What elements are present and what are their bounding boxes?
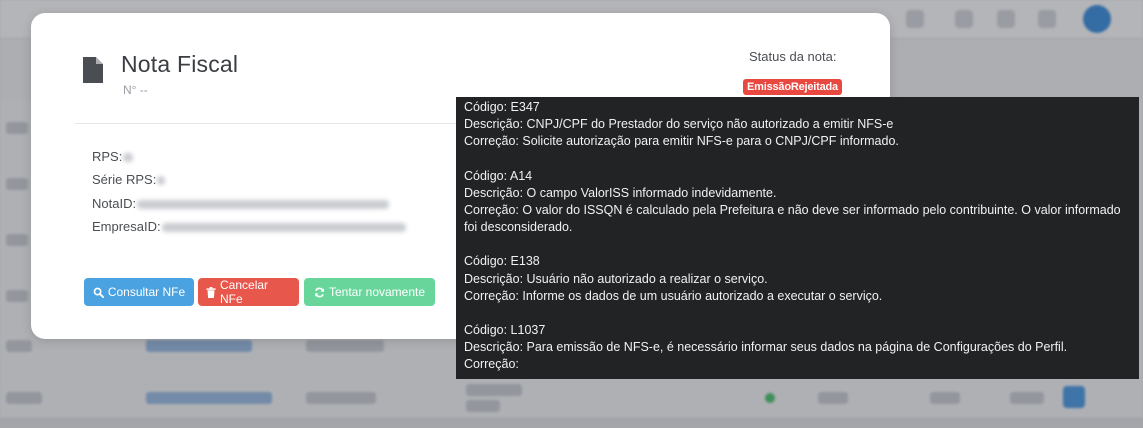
serie-rps-label: Série RPS: [92,172,157,187]
cancelar-nfe-label: Cancelar NFe [220,278,269,306]
redacted-value [137,200,390,210]
rps-field: RPS: [92,149,134,164]
consultar-nfe-label: Consultar NFe [107,285,186,299]
empresa-id-label: EmpresaID: [92,219,161,234]
error-code: Código: E138 [464,254,540,269]
error-item: Código: A14 Descrição: O campo ValorISS … [464,168,1131,237]
error-code: Código: E347 [464,100,540,114]
refresh-icon [315,287,324,297]
tentar-novamente-button[interactable]: Tentar novamente [304,278,435,306]
nota-id-label: NotaID: [92,196,137,211]
status-badge[interactable]: EmissãoRejeitada [743,79,842,95]
serie-rps-field: Série RPS: [92,172,166,187]
error-correction: Correção: [464,357,519,372]
error-tooltip: Código: E347 Descrição: CNPJ/CPF do Pres… [456,97,1139,379]
error-correction: Correção: O valor do ISSQN é calculado p… [464,203,1121,235]
error-item: Código: E347 Descrição: CNPJ/CPF do Pres… [464,99,1131,151]
redacted-value [123,153,134,163]
nota-number: N° -- [123,83,148,97]
redacted-value [161,223,406,233]
tentar-novamente-label: Tentar novamente [328,285,426,299]
error-correction: Correção: Informe os dados de um usuário… [464,288,883,303]
trash-icon [206,286,216,298]
modal-title: Nota Fiscal [121,51,239,77]
consultar-nfe-button[interactable]: Consultar NFe [84,278,194,306]
error-item: Código: L1037 Descrição: Para emissão de… [464,322,1131,374]
error-correction: Correção: Solicite autorização para emit… [464,134,899,149]
status-label: Status da nota: [749,49,837,64]
error-description: Descrição: CNPJ/CPF do Prestador do serv… [464,117,894,132]
redacted-value [157,176,166,186]
file-icon [83,57,103,83]
error-code: Código: L1037 [464,323,546,338]
search-icon [93,287,104,298]
error-description: Descrição: Para emissão de NFS-e, é nece… [464,340,1068,355]
cancelar-nfe-button[interactable]: Cancelar NFe [198,278,299,306]
error-description: Descrição: O campo ValorISS informado in… [464,185,777,200]
error-code: Código: A14 [464,168,533,183]
nota-id-field: NotaID: [92,196,390,211]
empresa-id-field: EmpresaID: [92,219,406,234]
error-description: Descrição: Usuário não autorizado a real… [464,271,768,286]
error-item: Código: E138 Descrição: Usuário não auto… [464,253,1131,305]
rps-label: RPS: [92,149,123,164]
